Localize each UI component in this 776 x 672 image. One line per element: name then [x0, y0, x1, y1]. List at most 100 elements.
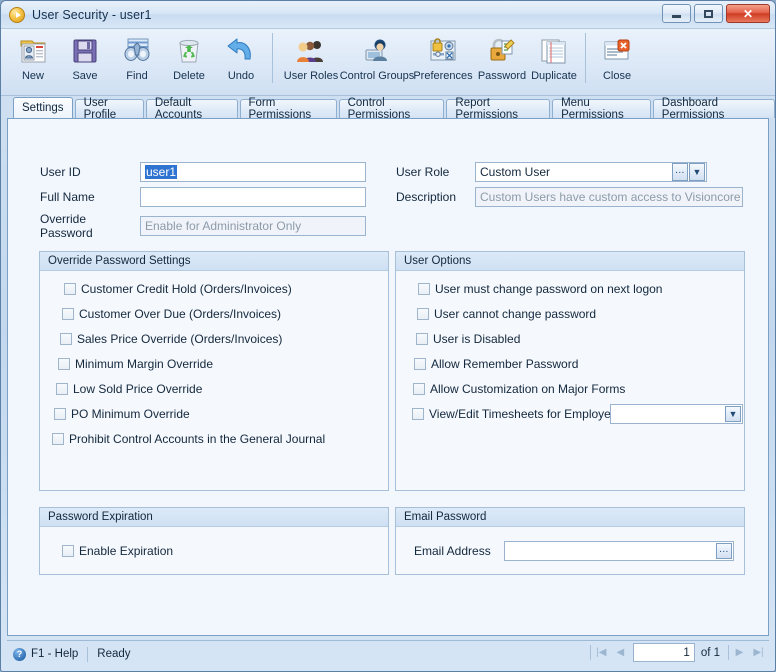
timesheet-dropdown-button[interactable]: ▼ [725, 406, 741, 422]
undo-arrow-icon [226, 35, 256, 67]
checkbox-label: Enable Expiration [79, 544, 174, 558]
toolbar-label-close: Close [602, 70, 632, 82]
checkbox-row-sales-price-override[interactable]: Sales Price Override (Orders/Invoices) [60, 332, 282, 346]
close-button[interactable]: ✕ [726, 4, 770, 23]
checkbox-row-cannot-change-password[interactable]: User cannot change password [417, 307, 596, 321]
tab-form-permissions[interactable]: Form Permissions [239, 97, 337, 121]
binoculars-icon [122, 35, 152, 67]
checkbox-must-change-password[interactable] [418, 283, 430, 295]
toolbar-label-control-groups: Control Groups [339, 70, 415, 82]
checkbox-customer-credit-hold[interactable] [64, 283, 76, 295]
tab-dashboard-permissions[interactable]: Dashboard Permissions [652, 97, 775, 121]
checkbox-allow-remember-password[interactable] [414, 358, 426, 370]
checkbox-row-customer-over-due[interactable]: Customer Over Due (Orders/Invoices) [62, 307, 281, 321]
checkbox-label: Allow Customization on Major Forms [430, 382, 626, 396]
checkbox-enable-expiration[interactable] [62, 545, 74, 557]
checkbox-prohibit-control-accounts[interactable] [52, 433, 64, 445]
toolbar-label-save: Save [72, 70, 98, 82]
play-circle-icon [9, 6, 25, 23]
toolbar-button-new[interactable]: New [7, 33, 59, 82]
first-page-icon[interactable]: |◀ [593, 644, 610, 662]
page-number-input[interactable]: 1 [632, 643, 695, 662]
minimize-button[interactable] [662, 4, 691, 23]
checkbox-row-view-edit-timesheets[interactable]: View/Edit Timesheets for Employee [412, 407, 618, 421]
checkbox-label: Customer Credit Hold (Orders/Invoices) [81, 282, 292, 296]
checkbox-label: Minimum Margin Override [75, 357, 214, 371]
override-password-label: Override Password [40, 212, 93, 240]
checkbox-cannot-change-password[interactable] [417, 308, 429, 320]
duplicate-pages-icon [540, 35, 568, 67]
help-label: F1 - Help [31, 648, 79, 660]
checkbox-row-enable-expiration[interactable]: Enable Expiration [62, 544, 173, 558]
checkbox-row-prohibit-control-accounts[interactable]: Prohibit Control Accounts in the General… [52, 432, 325, 446]
checkbox-row-allow-customization[interactable]: Allow Customization on Major Forms [413, 382, 625, 396]
toolbar-label-password: Password [477, 70, 527, 82]
user-role-ellipsis-button[interactable]: … [672, 163, 688, 181]
help-button[interactable]: ? F1 - Help [7, 647, 87, 661]
tab-settings[interactable]: Settings [13, 97, 73, 118]
group-body-override-password-settings: Customer Credit Hold (Orders/Invoices) C… [40, 271, 388, 490]
status-bar: ? F1 - Help Ready |◀ ◀ 1 of 1 ▶ ▶| [7, 640, 769, 667]
checkbox-row-must-change-password[interactable]: User must change password on next logon [418, 282, 662, 296]
checkbox-row-po-minimum-override[interactable]: PO Minimum Override [54, 407, 190, 421]
toolbar-button-save[interactable]: Save [59, 33, 111, 82]
nav-divider-left [589, 645, 591, 660]
group-header-override-password-settings: Override Password Settings [40, 252, 388, 271]
tab-control-permissions[interactable]: Control Permissions [338, 97, 445, 121]
checkbox-label: Prohibit Control Accounts in the General… [69, 432, 326, 446]
checkbox-low-sold-price-override[interactable] [56, 383, 68, 395]
previous-page-icon[interactable]: ◀ [612, 644, 629, 662]
user-id-value: user1 [145, 165, 178, 179]
toolbar-button-preferences[interactable]: Preferences [410, 33, 476, 82]
checkbox-row-customer-credit-hold[interactable]: Customer Credit Hold (Orders/Invoices) [64, 282, 292, 296]
checkbox-customer-over-due[interactable] [62, 308, 74, 320]
toolbar-button-user-roles[interactable]: User Roles [278, 33, 344, 82]
toolbar-button-duplicate[interactable]: Duplicate [528, 33, 580, 82]
description-input[interactable]: Custom Users have custom access to Visio… [475, 187, 743, 207]
user-role-dropdown-button[interactable]: ▼ [689, 163, 705, 181]
checkbox-row-low-sold-price-override[interactable]: Low Sold Price Override [56, 382, 202, 396]
tab-report-permissions[interactable]: Report Permissions [446, 97, 551, 121]
checkbox-label: User must change password on next logon [435, 282, 663, 296]
toolbar-button-find[interactable]: Find [111, 33, 163, 82]
override-password-input[interactable]: Enable for Administrator Only [140, 216, 366, 236]
next-page-icon[interactable]: ▶ [731, 644, 748, 662]
user-id-input[interactable]: user1 [140, 162, 366, 182]
field-email-address: Email Address … [414, 541, 734, 561]
toolbar-separator-2 [585, 33, 586, 83]
tab-menu-permissions[interactable]: Menu Permissions [552, 97, 651, 121]
toolbar-button-delete[interactable]: Delete [163, 33, 215, 82]
email-address-input[interactable]: … [504, 541, 734, 561]
toolbar-button-password[interactable]: Password [476, 33, 528, 82]
full-name-input[interactable] [140, 187, 366, 207]
maximize-button[interactable] [694, 4, 723, 23]
group-body-password-expiration: Enable Expiration [40, 527, 388, 574]
toolbar-button-control-groups[interactable]: Control Groups [340, 33, 414, 82]
checkbox-sales-price-override[interactable] [60, 333, 72, 345]
title-bar[interactable]: User Security - user1 ✕ [1, 1, 775, 29]
tab-label: Settings [22, 102, 64, 114]
last-page-icon[interactable]: ▶| [750, 644, 767, 662]
toolbar-button-undo[interactable]: Undo [215, 33, 267, 82]
field-description: Description Custom Users have custom acc… [396, 187, 743, 207]
email-address-ellipsis-button[interactable]: … [716, 543, 732, 559]
field-user-role: User Role Custom User … ▼ [396, 162, 707, 182]
checkbox-row-allow-remember-password[interactable]: Allow Remember Password [414, 357, 578, 371]
checkbox-row-minimum-margin-override[interactable]: Minimum Margin Override [58, 357, 213, 371]
toolbar-button-close[interactable]: Close [591, 33, 643, 82]
tab-user-profile[interactable]: User Profile [74, 97, 144, 121]
timesheet-employee-combo[interactable]: ▼ [610, 404, 743, 424]
checkbox-view-edit-timesheets[interactable] [412, 408, 424, 420]
tab-default-accounts[interactable]: Default Accounts [145, 97, 238, 121]
toolbar-label-preferences: Preferences [413, 70, 473, 82]
chevron-down-icon: ▼ [692, 166, 702, 177]
description-value: Custom Users have custom access to Visio… [480, 190, 741, 204]
page-total-label: of 1 [700, 646, 720, 659]
checkbox-allow-customization[interactable] [413, 383, 425, 395]
checkbox-row-user-is-disabled[interactable]: User is Disabled [416, 332, 520, 346]
group-body-user-options: User must change password on next logon … [396, 271, 744, 490]
user-role-input[interactable]: Custom User … ▼ [475, 162, 707, 182]
checkbox-minimum-margin-override[interactable] [58, 358, 70, 370]
checkbox-po-minimum-override[interactable] [54, 408, 66, 420]
checkbox-user-is-disabled[interactable] [416, 333, 428, 345]
